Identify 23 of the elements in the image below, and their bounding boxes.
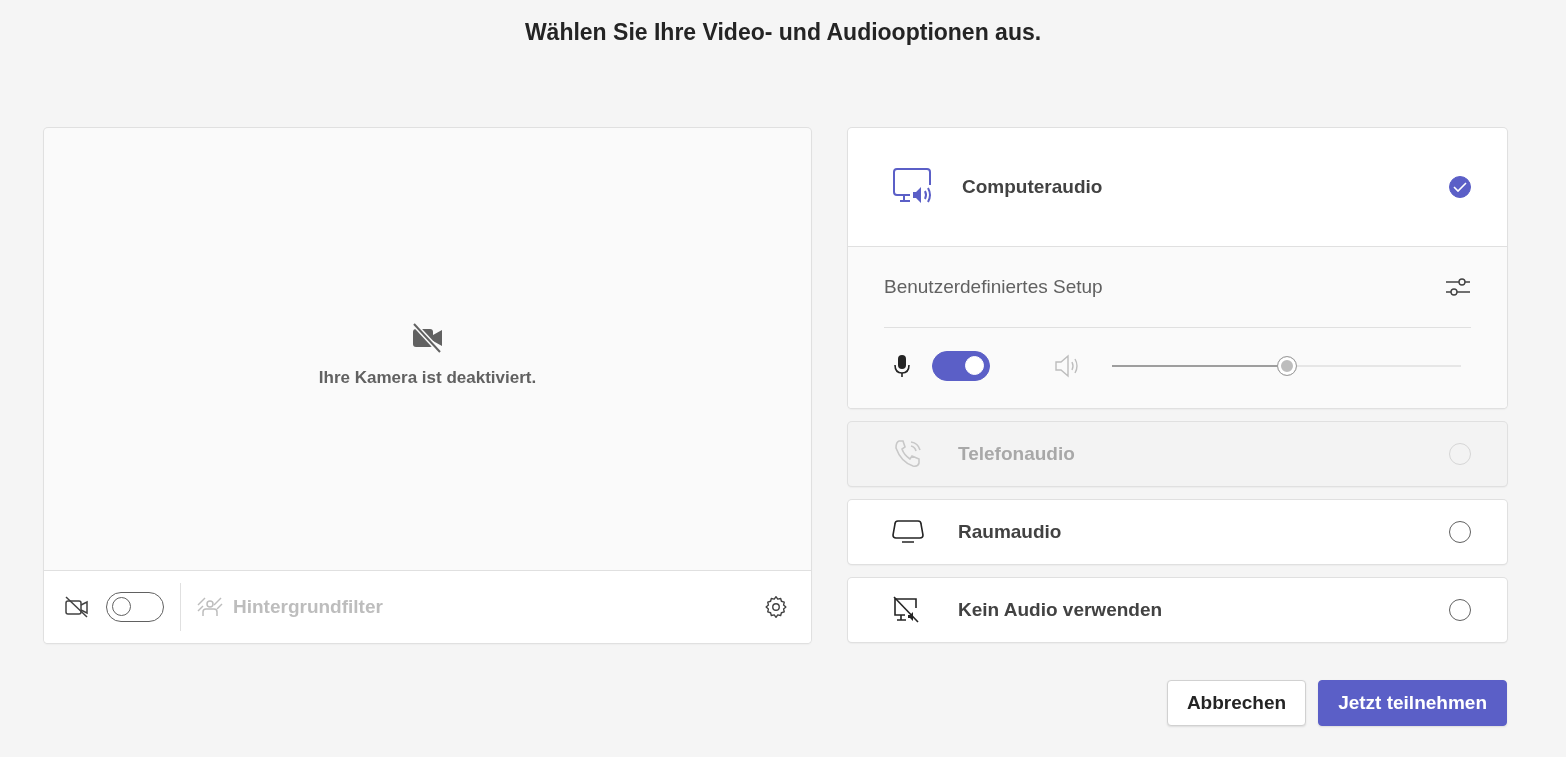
audio-option-label: Raumaudio	[958, 521, 1063, 543]
sliders-icon[interactable]	[1445, 275, 1471, 299]
audio-option-label: Telefonaudio	[958, 443, 1076, 465]
audio-option-label: Kein Audio verwenden	[958, 599, 1164, 621]
audio-option-label: Computeraudio	[961, 176, 1104, 198]
microphone-toggle[interactable]	[932, 351, 990, 381]
audio-option-card[interactable]: Kein Audio verwenden	[848, 578, 1507, 642]
selected-check-icon[interactable]	[1449, 176, 1471, 198]
camera-status-text: Ihre Kamera ist deaktiviert.	[318, 368, 537, 388]
custom-setup-label: Benutzerdefiniertes Setup	[884, 276, 1103, 298]
audio-option-card[interactable]: Computeraudio Benutzerdefiniertes Setup	[848, 128, 1507, 408]
camera-toggle[interactable]	[106, 592, 164, 622]
phone-icon	[892, 438, 924, 470]
monitor-muted-icon	[892, 596, 920, 624]
room-device-icon	[892, 518, 924, 546]
background-effect-icon	[197, 596, 223, 618]
cancel-button[interactable]: Abbrechen	[1166, 680, 1307, 726]
audio-option-card[interactable]: Raumaudio	[848, 500, 1507, 564]
join-button[interactable]: Jetzt teilnehmen	[1318, 680, 1507, 726]
microphone-icon	[894, 354, 910, 378]
page-title: Wählen Sie Ihre Video- und Audiooptionen aus.	[523, 18, 1043, 47]
settings-icon[interactable]	[763, 594, 789, 620]
camera-off-icon	[64, 595, 90, 619]
